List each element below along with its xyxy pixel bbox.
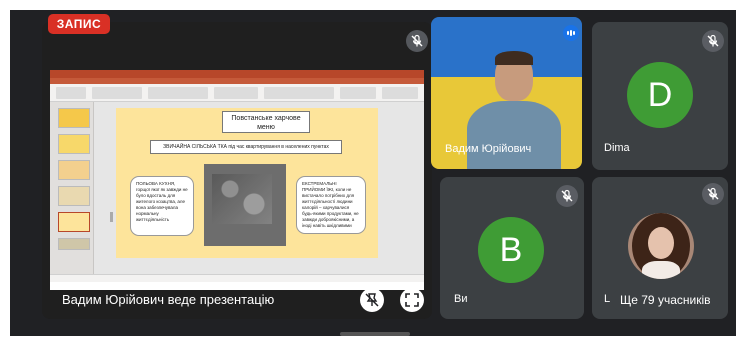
participant-name: L <box>604 293 611 305</box>
avatar-photo <box>628 213 694 279</box>
slide-photo <box>204 164 286 246</box>
ppt-titlebar <box>50 70 424 78</box>
pin-off-icon <box>365 293 379 307</box>
ppt-workspace: Повстанське харчове меню ЗВИЧАЙНА СІЛЬСЬ… <box>50 102 424 282</box>
fullscreen-button[interactable] <box>400 288 424 312</box>
current-slide: Повстанське харчове меню ЗВИЧАЙНА СІЛЬСЬ… <box>116 108 378 258</box>
more-participants-chip[interactable]: Ще 79 учасників <box>612 289 719 311</box>
participant-tile-dima[interactable]: D Dima <box>592 22 728 170</box>
slide-right-box: ЕКСТРЕМАЛЬНІ ПРИЙОМИ ЇЖІ, коли не вистач… <box>296 176 366 234</box>
slide-thumbnail <box>58 134 90 154</box>
slide-thumbnails <box>50 102 94 282</box>
slide-title: Повстанське харчове меню <box>222 111 310 133</box>
audio-level-icon <box>563 25 579 41</box>
bottom-bar-handle <box>340 332 410 336</box>
fullscreen-icon <box>405 293 419 307</box>
participant-name: Dima <box>604 142 630 154</box>
ppt-ribbon <box>50 84 424 102</box>
participant-tile-vadym[interactable]: Вадим Юрійович <box>431 17 582 169</box>
avatar: D <box>627 62 693 128</box>
slide-subtitle: ЗВИЧАЙНА СІЛЬСЬКА ТКА під час квартирува… <box>150 140 342 154</box>
slide-thumbnail <box>58 160 90 180</box>
recording-badge: ЗАПИС <box>48 14 110 34</box>
avatar: B <box>478 217 544 283</box>
slide-thumbnail <box>58 186 90 206</box>
participant-video-hair <box>495 51 533 65</box>
mic-off-icon <box>702 183 724 205</box>
mic-off-icon <box>702 30 724 52</box>
slide-thumbnail <box>58 238 90 250</box>
participant-name: Вадим Юрійович <box>445 143 532 155</box>
participant-tile-self[interactable]: B Ви <box>440 177 584 319</box>
participant-name: Ви <box>454 293 468 305</box>
mic-off-icon <box>556 185 578 207</box>
scroll-indicator <box>110 212 113 222</box>
slide-thumbnail-active <box>58 212 90 232</box>
unpin-button[interactable] <box>360 288 384 312</box>
participant-video-body <box>467 101 561 169</box>
slide-left-box: ПОЛЬОВА КУХНЯ, горщої якої як завжди не … <box>130 176 194 236</box>
slide-thumbnail <box>58 108 90 128</box>
ppt-statusbar <box>50 274 424 282</box>
shared-screen-powerpoint: Повстанське харчове меню ЗВИЧАЙНА СІЛЬСЬ… <box>50 70 424 290</box>
presentation-tile[interactable]: Повстанське харчове меню ЗВИЧАЙНА СІЛЬСЬ… <box>42 22 432 319</box>
presentation-caption: Вадим Юрійович веде презентацію <box>62 292 275 307</box>
mic-off-icon <box>406 30 428 52</box>
